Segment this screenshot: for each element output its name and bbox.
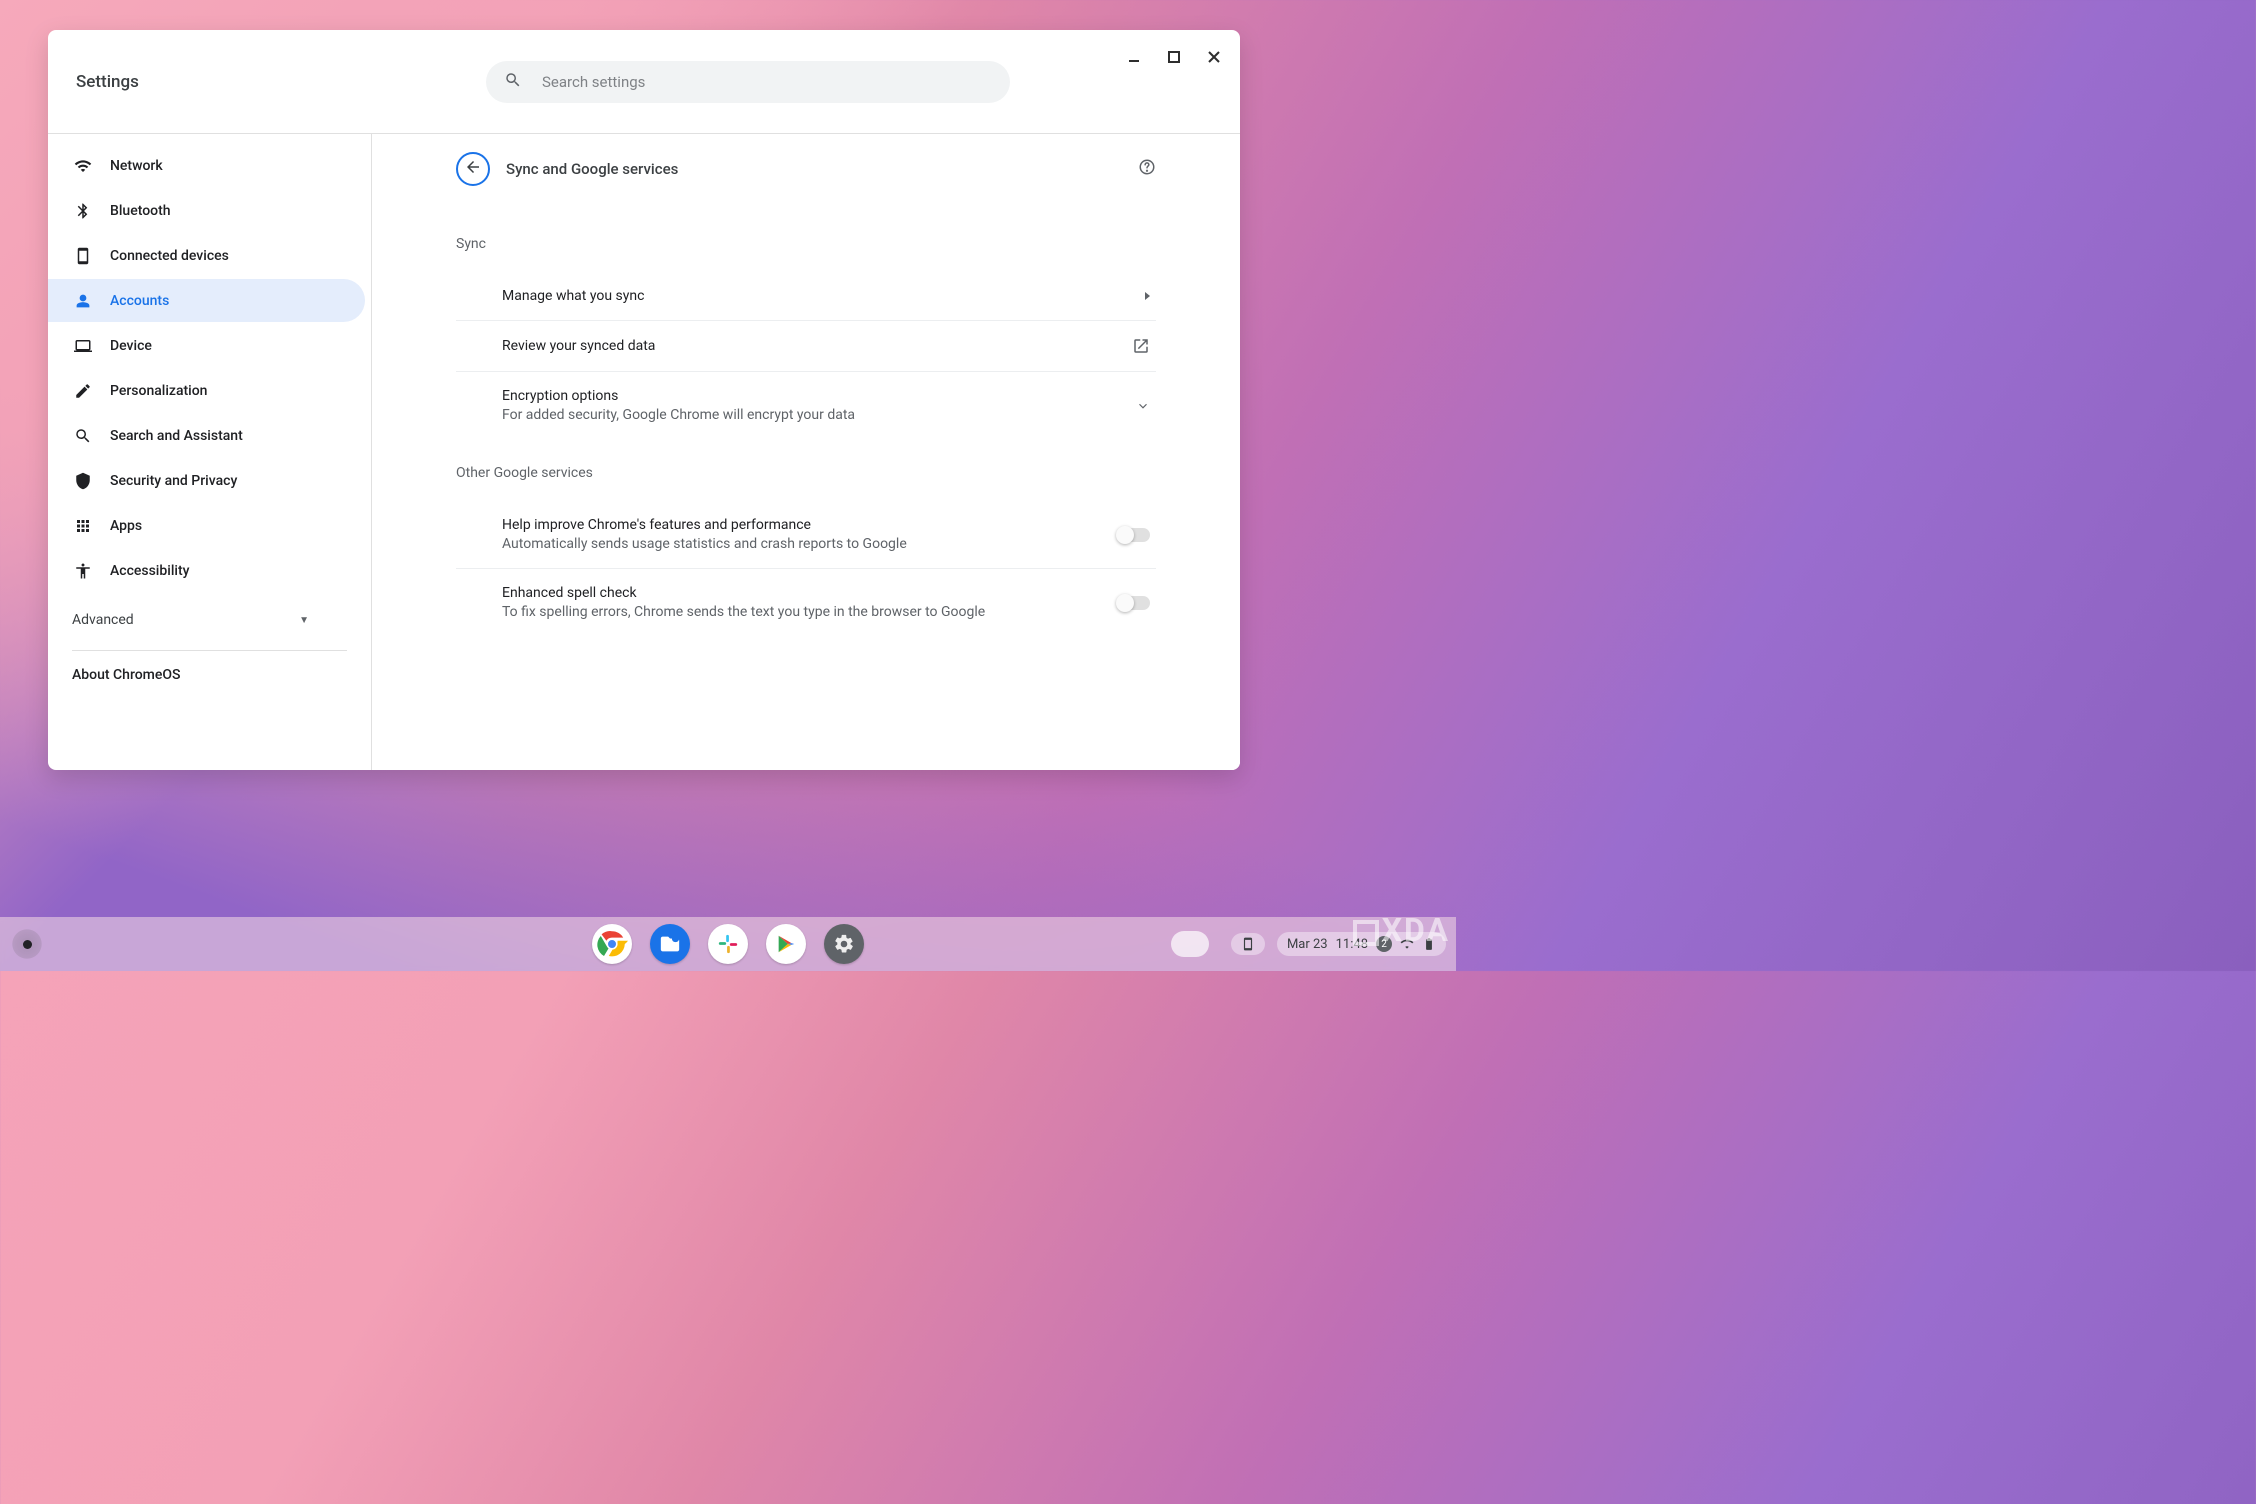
shelf-apps	[592, 924, 864, 964]
apps-icon	[72, 515, 94, 537]
chevron-down-icon: ▼	[299, 615, 309, 626]
edit-icon	[72, 380, 94, 402]
app-slack[interactable]	[708, 924, 748, 964]
shelf: Mar 23 11:48 2	[0, 917, 1456, 971]
help-icon	[1138, 161, 1156, 180]
sidebar-item-label: Network	[110, 158, 163, 174]
row-encryption-options[interactable]: Encryption options For added security, G…	[456, 372, 1156, 439]
toggle-spell-check[interactable]	[1118, 596, 1150, 610]
status-avatar-group	[1171, 931, 1209, 957]
row-title: Manage what you sync	[502, 288, 1145, 304]
search-input[interactable]	[542, 73, 992, 91]
page-title: Sync and Google services	[506, 160, 1138, 178]
phone-hub[interactable]	[1231, 933, 1265, 955]
launcher-icon	[23, 940, 32, 949]
phone-icon	[72, 245, 94, 267]
header: Settings	[48, 30, 1240, 134]
app-chrome[interactable]	[592, 924, 632, 964]
sidebar-item-search-assistant[interactable]: Search and Assistant	[48, 414, 365, 457]
about-label: About ChromeOS	[72, 667, 180, 683]
app-files[interactable]	[650, 924, 690, 964]
back-button[interactable]	[456, 152, 490, 186]
app-title: Settings	[76, 72, 139, 92]
accessibility-icon	[72, 560, 94, 582]
about-chromeos[interactable]: About ChromeOS	[48, 651, 371, 699]
launcher-button[interactable]	[10, 927, 44, 961]
app-settings[interactable]	[824, 924, 864, 964]
sidebar-item-accounts[interactable]: Accounts	[48, 279, 365, 322]
arrow-left-icon	[464, 158, 482, 180]
sidebar-item-label: Bluetooth	[110, 203, 171, 219]
sidebar-item-bluetooth[interactable]: Bluetooth	[48, 189, 365, 232]
row-help-improve-chrome: Help improve Chrome's features and perfo…	[456, 501, 1156, 569]
search-icon	[504, 71, 522, 93]
sidebar: Network Bluetooth Connected devices Acco…	[48, 134, 372, 770]
advanced-label: Advanced	[72, 612, 134, 628]
sidebar-item-connected-devices[interactable]: Connected devices	[48, 234, 365, 277]
sidebar-item-apps[interactable]: Apps	[48, 504, 365, 547]
row-title: Encryption options	[502, 388, 1136, 404]
launch-icon	[1132, 337, 1150, 355]
person-icon	[72, 290, 94, 312]
laptop-icon	[72, 335, 94, 357]
sidebar-item-personalization[interactable]: Personalization	[48, 369, 365, 412]
row-manage-sync[interactable]: Manage what you sync	[456, 272, 1156, 321]
bluetooth-icon	[72, 200, 94, 222]
sidebar-item-label: Personalization	[110, 383, 207, 399]
row-title: Help improve Chrome's features and perfo…	[502, 517, 1118, 533]
window-body: Network Bluetooth Connected devices Acco…	[48, 134, 1240, 770]
help-button[interactable]	[1138, 158, 1156, 180]
status-date: Mar 23	[1287, 937, 1328, 952]
sidebar-item-label: Security and Privacy	[110, 473, 237, 489]
main-panel: Sync and Google services Sync Manage wha…	[372, 134, 1240, 770]
page-header: Sync and Google services	[456, 152, 1156, 186]
shield-icon	[72, 470, 94, 492]
chevron-down-icon	[1136, 399, 1150, 413]
app-play-store[interactable]	[766, 924, 806, 964]
row-review-synced-data[interactable]: Review your synced data	[456, 321, 1156, 372]
sidebar-item-device[interactable]: Device	[48, 324, 365, 367]
sidebar-item-label: Device	[110, 338, 152, 354]
chevron-right-icon	[1145, 292, 1150, 300]
sidebar-item-accessibility[interactable]: Accessibility	[48, 549, 365, 592]
settings-window: Settings Network Bluetooth Connected dev…	[48, 30, 1240, 770]
row-subtitle: Automatically sends usage statistics and…	[502, 536, 1118, 552]
row-subtitle: For added security, Google Chrome will e…	[502, 407, 1136, 423]
section-label-sync: Sync	[456, 236, 1156, 252]
search-icon	[72, 425, 94, 447]
sidebar-item-network[interactable]: Network	[48, 144, 365, 187]
row-enhanced-spell-check: Enhanced spell check To fix spelling err…	[456, 569, 1156, 636]
sidebar-item-label: Apps	[110, 518, 142, 534]
row-title: Review your synced data	[502, 338, 1132, 354]
row-title: Enhanced spell check	[502, 585, 1118, 601]
row-subtitle: To fix spelling errors, Chrome sends the…	[502, 604, 1118, 620]
watermark: XDA	[1353, 911, 1450, 949]
toggle-help-improve[interactable]	[1118, 528, 1150, 542]
sidebar-item-label: Connected devices	[110, 248, 229, 264]
sidebar-item-label: Accessibility	[110, 563, 189, 579]
status-pills	[1161, 927, 1219, 961]
sidebar-item-label: Search and Assistant	[110, 428, 243, 444]
section-label-other: Other Google services	[456, 465, 1156, 481]
sidebar-item-label: Accounts	[110, 293, 169, 309]
search-box[interactable]	[486, 61, 1010, 103]
wifi-icon	[72, 155, 94, 177]
advanced-toggle[interactable]: Advanced ▼	[48, 598, 371, 642]
sidebar-item-security-privacy[interactable]: Security and Privacy	[48, 459, 365, 502]
